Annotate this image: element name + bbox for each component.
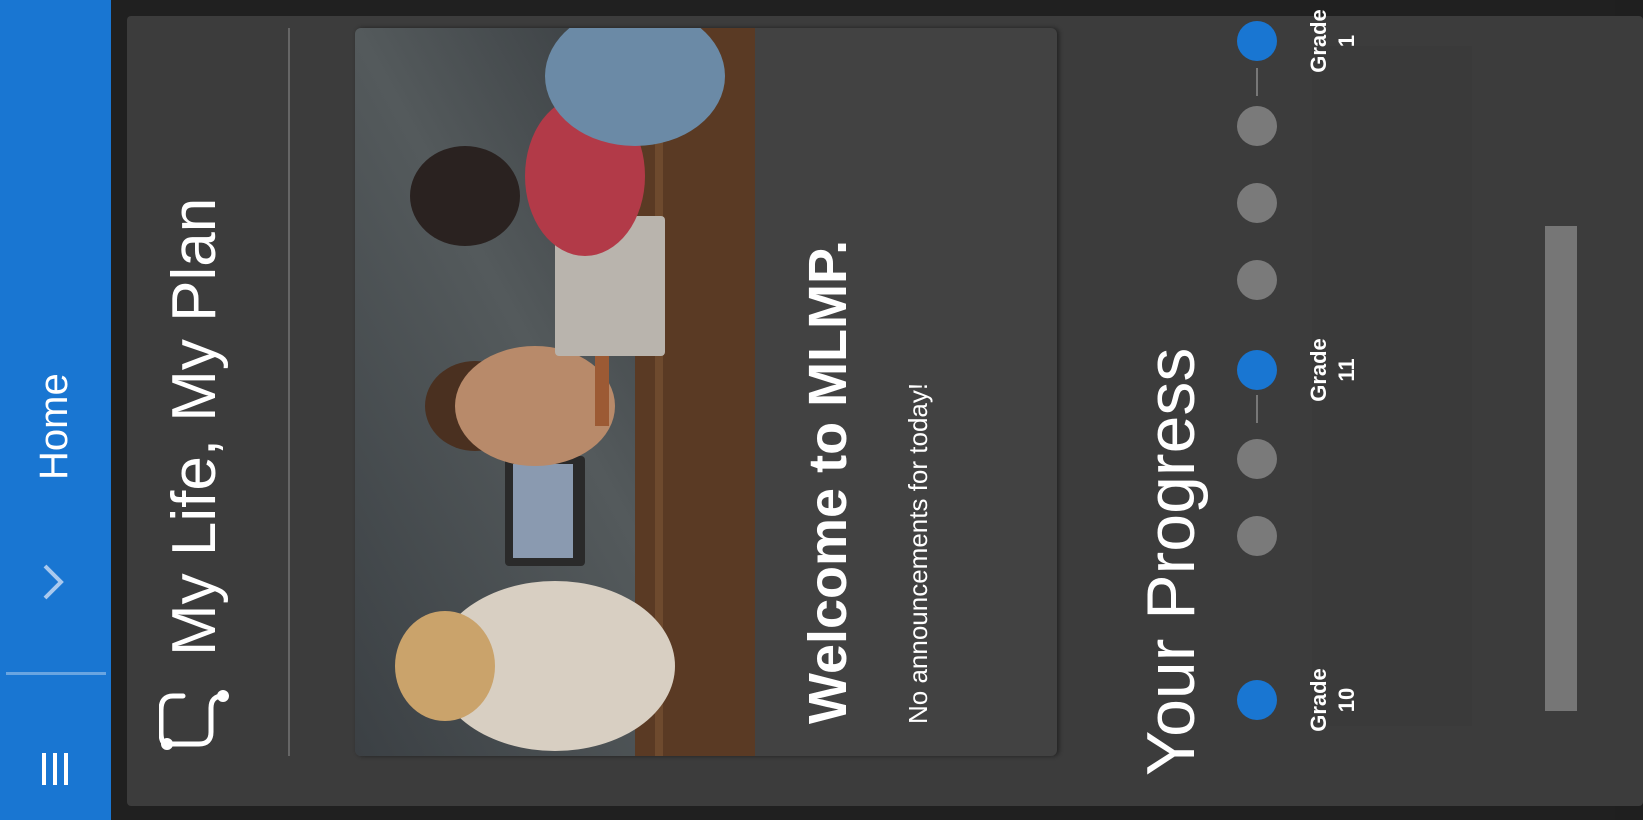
progress-step-label: Grade 11 bbox=[1306, 338, 1359, 402]
app-title: My Life, My Plan bbox=[160, 197, 229, 656]
progress-step-dot[interactable] bbox=[1237, 21, 1277, 61]
timeline-connector bbox=[1256, 395, 1258, 423]
title-divider bbox=[288, 28, 290, 756]
progress-step-dot[interactable] bbox=[1237, 106, 1277, 146]
chevron-down-icon bbox=[43, 564, 64, 600]
progress-step-label: Grade 10 bbox=[1306, 668, 1359, 732]
horizontal-scrollbar[interactable] bbox=[1545, 226, 1577, 711]
welcome-title: Welcome to MLMP. bbox=[798, 239, 858, 724]
menu-button[interactable] bbox=[24, 738, 86, 800]
progress-step-label: Grade 1 bbox=[1306, 9, 1359, 73]
progress-step-dot[interactable] bbox=[1237, 439, 1277, 479]
progress-step-dot[interactable] bbox=[1237, 260, 1277, 300]
progress-step-dot[interactable] bbox=[1237, 680, 1277, 720]
main-panel: My Life, My Plan Welcome to MLMP. No ann… bbox=[127, 9, 1643, 806]
rotated-page: Home My Life, My Plan Welcome to MLMP. N… bbox=[0, 0, 1643, 820]
progress-step-dot[interactable] bbox=[1237, 516, 1277, 556]
welcome-card: Welcome to MLMP. No announcements for to… bbox=[355, 28, 1057, 756]
progress-title: Your Progress bbox=[1133, 347, 1209, 776]
menu-icon bbox=[42, 753, 68, 785]
hero-photo bbox=[355, 28, 755, 756]
mlmp-logo-icon bbox=[159, 690, 229, 750]
topbar-divider bbox=[6, 672, 106, 675]
top-app-bar: Home bbox=[0, 0, 111, 820]
timeline-connector bbox=[1256, 68, 1258, 96]
progress-step-dot[interactable] bbox=[1237, 183, 1277, 223]
nav-dropdown-button[interactable] bbox=[32, 562, 74, 602]
announcement-text: No announcements for today! bbox=[903, 382, 933, 724]
progress-step-dot[interactable] bbox=[1237, 350, 1277, 390]
nav-home-label[interactable]: Home bbox=[28, 373, 80, 480]
